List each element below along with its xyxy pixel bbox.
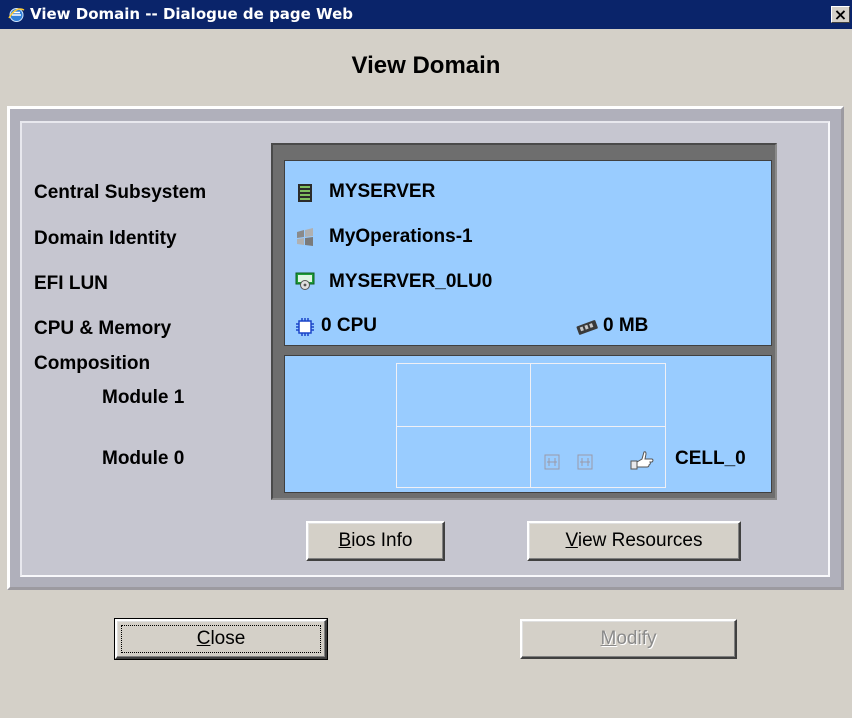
cpu-value: 0 CPU: [321, 315, 377, 336]
label-composition: Composition: [34, 353, 151, 374]
hand-pointer-icon: [630, 451, 654, 470]
windows-flag-icon: [297, 228, 313, 246]
slot-icon: [544, 454, 560, 470]
label-module-0: Module 0: [102, 448, 185, 469]
efi-lun-value: MYSERVER_0LU0: [329, 271, 493, 292]
page-title: View Domain: [351, 52, 501, 79]
domain-info-box: MYSERVER MyOperations-1 MYSERVER_0LU0 0 …: [284, 160, 772, 346]
window-close-button[interactable]: ×: [831, 6, 850, 23]
title-bar: View Domain -- Dialogue de page Web ×: [0, 0, 852, 29]
slot-icon: [577, 454, 593, 470]
module-1-cell-left[interactable]: [396, 363, 531, 427]
modify-label: Modify: [600, 628, 657, 649]
close-button[interactable]: Close: [114, 618, 328, 660]
domain-identity-value: MyOperations-1: [329, 226, 473, 247]
module-1-cell-right[interactable]: [530, 363, 666, 427]
view-resources-label: View Resources: [565, 530, 703, 551]
memory-value: 0 MB: [603, 315, 649, 336]
bios-info-button[interactable]: Bios Info: [306, 521, 445, 561]
composition-box: CELL_0: [284, 355, 772, 493]
label-module-1: Module 1: [102, 387, 185, 408]
ie-icon: [8, 8, 25, 22]
view-resources-button[interactable]: View Resources: [527, 521, 741, 561]
disk-lun-icon: [295, 272, 315, 290]
label-domain-identity: Domain Identity: [34, 228, 177, 249]
module-0-cell-left[interactable]: [396, 426, 531, 488]
server-icon: [298, 184, 312, 202]
cell-label: CELL_0: [675, 448, 746, 469]
memory-module-icon: [576, 320, 598, 335]
window-title: View Domain -- Dialogue de page Web: [30, 5, 353, 23]
central-subsystem-value: MYSERVER: [329, 181, 436, 202]
bios-info-label: Bios Info: [338, 530, 413, 551]
label-central-subsystem: Central Subsystem: [34, 182, 207, 203]
focus-ring: [121, 625, 321, 653]
cpu-chip-icon: [296, 318, 314, 336]
modify-button: Modify: [520, 619, 737, 659]
label-cpu-memory: CPU & Memory: [34, 318, 172, 339]
label-efi-lun: EFI LUN: [34, 273, 108, 294]
